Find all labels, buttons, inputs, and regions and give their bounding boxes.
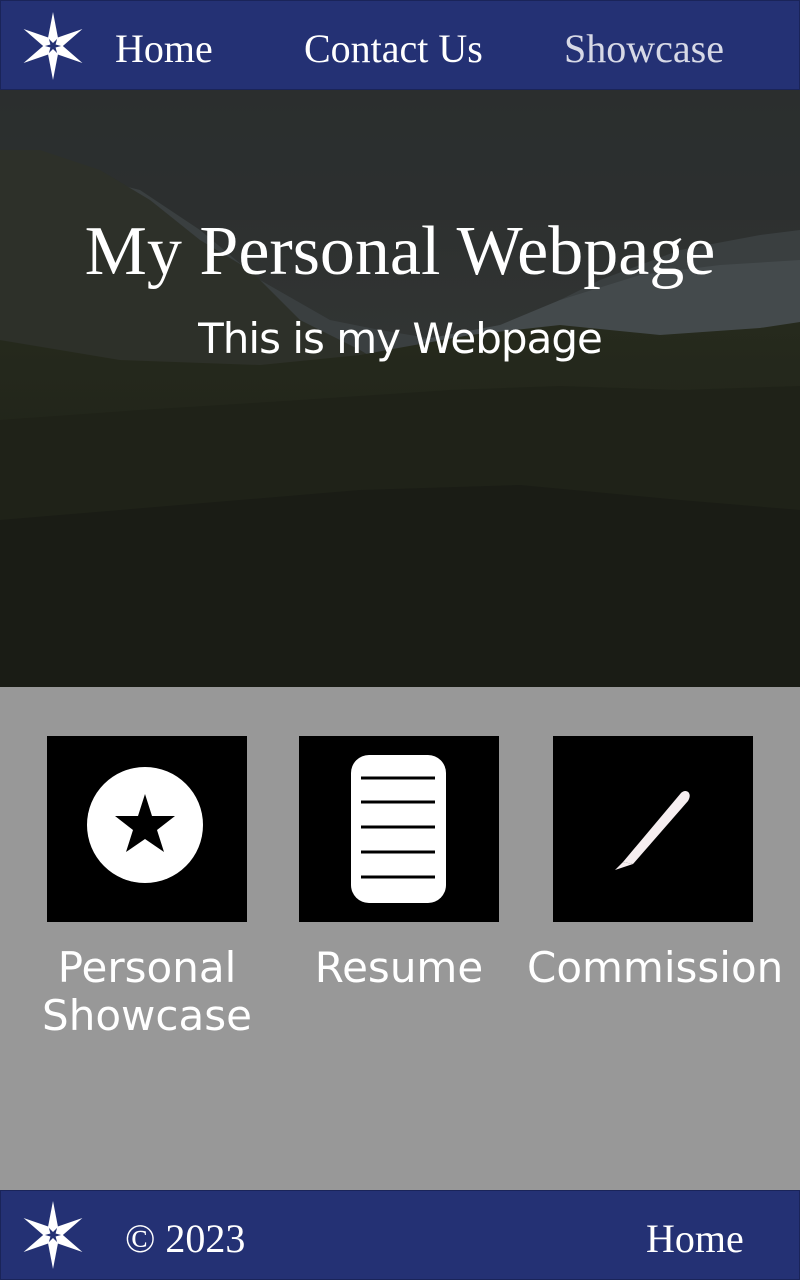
page-title: My Personal Webpage: [84, 213, 716, 290]
commission-label[interactable]: Commission: [527, 944, 783, 992]
mountain-background-image: [0, 90, 800, 687]
document-icon: [351, 755, 446, 903]
footer-home-link[interactable]: Home: [646, 1215, 744, 1263]
copyright-text: © 2023: [125, 1216, 246, 1261]
nav-home-link[interactable]: Home: [115, 25, 213, 73]
personal-showcase-card[interactable]: [47, 736, 247, 922]
resume-label[interactable]: Resume: [273, 944, 525, 992]
star-logo-icon[interactable]: [16, 10, 90, 82]
nav-contact-link[interactable]: Contact Us: [304, 25, 483, 73]
star-logo-icon[interactable]: [16, 1199, 90, 1271]
nav-showcase-link[interactable]: Showcase: [564, 25, 724, 73]
footer-bar: © 2023 Home: [0, 1190, 800, 1280]
personal-showcase-label[interactable]: Personal Showcase: [21, 944, 273, 1040]
resume-card[interactable]: [299, 736, 499, 922]
page-subtitle: This is my Webpage: [198, 314, 603, 363]
pen-icon: [615, 790, 690, 870]
hero-banner: My Personal Webpage This is my Webpage: [0, 90, 800, 687]
commission-card[interactable]: [553, 736, 753, 922]
top-nav-bar: Home Contact Us Showcase: [0, 0, 800, 90]
star-badge-icon: [87, 767, 203, 883]
